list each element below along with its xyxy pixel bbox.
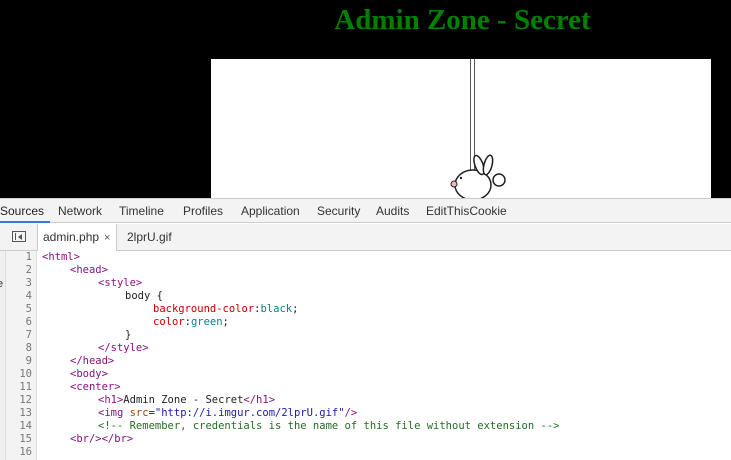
sidebar-clipped-text: e: [0, 278, 3, 290]
line-number: 4: [25, 290, 32, 302]
line-number: 5: [25, 303, 32, 315]
devtools-panel-tabs: Sources Network Timeline Profiles Applic…: [0, 198, 731, 223]
line-number: 12: [19, 394, 32, 406]
code-line: color:green;: [153, 316, 229, 328]
tab-network[interactable]: Network: [58, 199, 102, 223]
line-number: 16: [19, 446, 32, 458]
code-line: <style>: [98, 277, 143, 289]
line-number: 2: [25, 264, 32, 276]
bunny-gif-image: [211, 59, 711, 198]
html-comment: <!-- Remember, credentials is the name o…: [98, 420, 560, 432]
tab-editthiscookie[interactable]: EditThisCookie: [426, 199, 507, 223]
line-number: 14: [19, 420, 32, 432]
line-number-gutter: 1 2 3 4 5 6 7 8 9 10 11 12 13 14 15 16: [6, 251, 37, 460]
code-line: </style>: [98, 342, 149, 354]
code-line: <center>: [70, 381, 121, 393]
line-number: 11: [19, 381, 32, 393]
tab-profiles[interactable]: Profiles: [183, 199, 223, 223]
line-number: 3: [25, 277, 32, 289]
tab-sources[interactable]: Sources: [0, 199, 44, 223]
code-line: <br/></br>: [70, 433, 134, 445]
active-tab-indicator: [0, 221, 50, 223]
devtools-panel: Sources Network Timeline Profiles Applic…: [0, 198, 731, 460]
code-line: background-color:black;: [153, 303, 299, 315]
file-tab-label: admin.php: [43, 230, 100, 244]
line-number: 8: [25, 342, 32, 354]
code-line: <html>: [42, 251, 80, 263]
line-number: 9: [25, 355, 32, 367]
code-line: <h1>Admin Zone - Secret</h1>: [98, 394, 276, 406]
code-line: <body>: [70, 368, 108, 380]
code-editor[interactable]: 1 2 3 4 5 6 7 8 9 10 11 12 13 14 15 16 <…: [6, 251, 731, 460]
file-tab-admin-php[interactable]: admin.php ×: [37, 224, 118, 251]
line-number: 7: [25, 329, 32, 341]
line-number: 13: [19, 407, 32, 419]
code-line: }: [125, 329, 132, 341]
tab-timeline[interactable]: Timeline: [119, 199, 164, 223]
close-icon[interactable]: ×: [104, 232, 110, 244]
code-line: <head>: [70, 264, 108, 276]
file-tab-gif[interactable]: 2lprU.gif: [127, 224, 172, 250]
rendered-page: Admin Zone - Secret: [0, 0, 731, 198]
line-number: 1: [25, 251, 32, 263]
tab-audits[interactable]: Audits: [376, 199, 409, 223]
tab-security[interactable]: Security: [317, 199, 360, 223]
page-title: Admin Zone - Secret: [334, 4, 591, 36]
tab-application[interactable]: Application: [241, 199, 300, 223]
bunny-icon: [450, 154, 506, 198]
line-number: 10: [19, 368, 32, 380]
sidebar-toggle-icon[interactable]: [12, 231, 26, 242]
code-line: </head>: [70, 355, 115, 367]
line-number: 6: [25, 316, 32, 328]
line-number: 15: [19, 433, 32, 445]
code-line: <img src="http://i.imgur.com/2lprU.gif"/…: [98, 407, 358, 419]
code-line: body {: [125, 290, 163, 302]
source-file-tabs: admin.php × 2lprU.gif: [0, 224, 731, 251]
